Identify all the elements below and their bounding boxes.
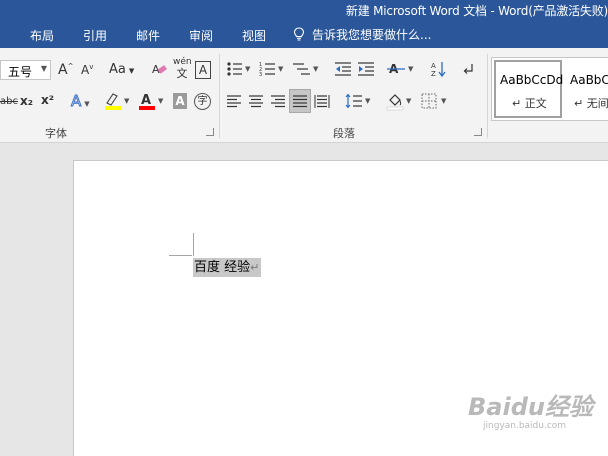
svg-text:▼: ▼ [313, 65, 319, 73]
outdent-icon [335, 62, 351, 76]
font-size-value: 五号 [8, 65, 33, 79]
tab-references[interactable]: 引用 [83, 27, 107, 44]
chinese-layout-icon: A ▼ [387, 62, 414, 76]
svg-text:Z: Z [431, 70, 436, 78]
svg-text:▼: ▼ [406, 97, 412, 105]
highlighter-icon: ▼ [105, 93, 130, 110]
align-left-button[interactable] [226, 93, 242, 112]
increase-indent-button[interactable] [357, 61, 375, 80]
lightbulb-icon [293, 27, 305, 41]
ribbon-tabs: 布局 引用 邮件 审阅 视图 告诉我您想要做什么... [0, 20, 608, 48]
chevron-down-icon: ▼ [40, 64, 47, 73]
strikethrough-button[interactable]: abc [0, 96, 18, 107]
style-no-spacing-label: ↵ 无间 [574, 97, 608, 110]
svg-text:▼: ▼ [365, 97, 371, 105]
ribbon: 五号 ▼ A^ Av Aa ▼ A wén 文 A abc x₂ x² A ▼ ▼ … [0, 48, 608, 143]
bullets-button[interactable]: ▼ [226, 61, 254, 80]
align-center-button[interactable] [248, 93, 264, 112]
tab-mailings[interactable]: 邮件 [136, 27, 160, 44]
font-color-button[interactable]: A ▼ [138, 91, 166, 114]
eraser-icon: A [152, 63, 167, 76]
selected-text[interactable]: 百度 经验↵ [193, 258, 262, 277]
phonetic-guide-button[interactable]: wén 文 [173, 57, 192, 80]
svg-text:▼: ▼ [245, 65, 251, 73]
svg-text:▼: ▼ [408, 65, 414, 73]
border-grid-icon: ▼ [421, 93, 447, 109]
paragraph-mark-icon [463, 64, 473, 74]
sort-button[interactable]: A Z [430, 60, 448, 81]
style-normal-sample: AaBbCcDd [500, 73, 564, 87]
font-size-select[interactable]: 五号 ▼ [0, 60, 51, 80]
styles-gallery: AaBbCcDd ↵ 正文 AaBbC ↵ 无间 [491, 57, 608, 121]
tell-me-placeholder: 告诉我您想要做什么... [312, 28, 432, 42]
font-color-icon: A ▼ [139, 93, 164, 110]
line-spacing-icon: ▼ [345, 93, 371, 109]
tab-view[interactable]: 视图 [242, 27, 266, 44]
show-marks-button[interactable] [462, 61, 474, 80]
shrink-font-button[interactable]: Av [81, 63, 93, 77]
margin-corner-mark [169, 255, 192, 256]
distributed-icon [314, 95, 330, 108]
svg-text:3: 3 [259, 72, 262, 77]
grow-font-button[interactable]: A^ [58, 62, 73, 78]
clear-formatting-button[interactable]: A [151, 61, 167, 80]
svg-text:▼: ▼ [278, 65, 284, 73]
style-no-spacing-sample: AaBbC [570, 73, 608, 87]
tab-review[interactable]: 审阅 [189, 27, 213, 44]
text-effects-button[interactable]: A ▼ [70, 92, 89, 111]
superscript-button[interactable]: x² [41, 93, 54, 107]
group-divider [219, 54, 220, 138]
align-center-icon [249, 95, 263, 108]
justify-button[interactable] [289, 89, 311, 113]
paragraph-dialog-launcher[interactable] [474, 128, 482, 136]
style-normal[interactable]: AaBbCcDd ↵ 正文 [494, 60, 564, 118]
svg-text:▼: ▼ [158, 97, 164, 105]
shading-button[interactable]: ▼ [386, 91, 416, 114]
chinese-layout-button[interactable]: A ▼ [387, 61, 417, 80]
watermark-logo: Baidu经验 [468, 393, 593, 421]
font-dialog-launcher[interactable] [206, 128, 214, 136]
svg-text:A: A [141, 93, 151, 108]
paragraph-mark: ↵ [250, 261, 260, 274]
numbered-list-icon: 1 2 3 ▼ [259, 62, 284, 78]
paint-bucket-icon: ▼ [386, 94, 412, 111]
window-title: 新建 Microsoft Word 文档 - Word(产品激活失败) [345, 4, 608, 18]
svg-text:A: A [431, 62, 436, 70]
highlight-color-button[interactable]: ▼ [104, 91, 132, 114]
watermark-url: jingyan.baidu.com [483, 421, 567, 431]
align-right-icon [271, 95, 285, 108]
align-left-icon [227, 95, 241, 108]
style-normal-label: ↵ 正文 [512, 97, 547, 110]
subscript-button[interactable]: x₂ [20, 94, 33, 108]
enclose-characters-button[interactable]: 字 [194, 93, 211, 110]
svg-text:▼: ▼ [441, 97, 447, 105]
numbering-button[interactable]: 1 2 3 ▼ [259, 61, 287, 80]
borders-button[interactable]: ▼ [421, 93, 451, 112]
decrease-indent-button[interactable] [334, 61, 352, 80]
tab-layout[interactable]: 布局 [30, 27, 54, 44]
group-divider [487, 54, 488, 138]
svg-text:▼: ▼ [124, 97, 130, 105]
justify-icon [293, 95, 307, 108]
bullet-list-icon: ▼ [227, 62, 251, 76]
paragraph-group-label: 段落 [333, 127, 355, 140]
font-group-label: 字体 [45, 127, 67, 140]
character-border-button[interactable]: A [195, 61, 211, 79]
character-shading-button[interactable]: A [173, 93, 187, 109]
align-right-button[interactable] [270, 93, 286, 112]
multilevel-list-icon: ▼ [293, 63, 319, 75]
indent-icon [358, 62, 374, 76]
style-no-spacing[interactable]: AaBbC ↵ 无间 [566, 60, 608, 118]
distributed-button[interactable] [314, 93, 330, 112]
margin-corner-mark [193, 233, 194, 256]
title-bar: 新建 Microsoft Word 文档 - Word(产品激活失败) [0, 0, 608, 20]
change-case-button[interactable]: Aa ▼ [109, 62, 134, 77]
line-spacing-button[interactable]: ▼ [345, 93, 375, 112]
sort-icon: A Z [431, 62, 446, 78]
multilevel-list-button[interactable]: ▼ [292, 61, 322, 80]
document-text: 百度 经验 [194, 260, 251, 275]
